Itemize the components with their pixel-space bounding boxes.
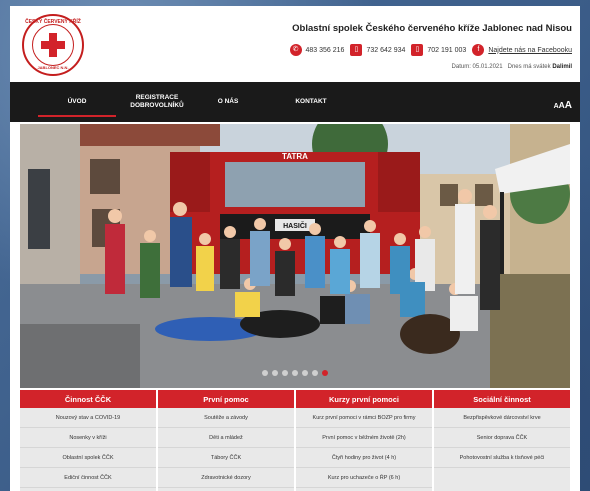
service-column-kurzy: Kurzy první pomoci Kurz první pomoci v r…: [296, 390, 432, 491]
slider-dot-active[interactable]: [322, 370, 328, 376]
service-link[interactable]: Kurz první pomoci v rámci BOZP pro firmy: [296, 408, 432, 428]
hero-photo: TATRA HASIČI: [20, 124, 570, 388]
contact-bar: ✆ 483 356 216 ▯ 732 642 934 ▯ 702 191 00…: [289, 43, 572, 57]
facebook-link[interactable]: Najdete nás na Facebooku: [488, 47, 572, 54]
service-link[interactable]: Nosenky v kříži: [20, 428, 156, 448]
mobile-number: 732 642 934: [366, 46, 406, 54]
cross-icon-bar: [41, 41, 65, 49]
slider-dots: [20, 370, 570, 376]
mobile-number: 702 191 003: [427, 46, 467, 54]
font-size-switcher: AAA: [554, 95, 572, 113]
slider-dot[interactable]: [302, 370, 308, 376]
logo-bottom-text: JABLONEC N.N.: [37, 65, 69, 70]
contact-mobile-2[interactable]: ▯ 702 191 003: [411, 44, 466, 56]
service-column-socialni: Sociální činnost Bezpřispěvkové dárcovst…: [434, 390, 570, 491]
column-heading[interactable]: Kurzy první pomoci: [296, 390, 432, 408]
nav-item-registrace[interactable]: REGISTRACE DOBROVOLNÍKŮ: [122, 82, 192, 122]
nameday-label: Dnes má svátek: [507, 64, 551, 70]
service-link[interactable]: Soutěže a závody: [158, 408, 294, 428]
phone-icon: ✆: [289, 44, 302, 56]
nameday-name: Dalimil: [552, 64, 572, 70]
slider-dot[interactable]: [312, 370, 318, 376]
mobile-icon: ▯: [350, 44, 363, 56]
service-link[interactable]: Tábory ČČK: [158, 448, 294, 468]
slider-dot[interactable]: [292, 370, 298, 376]
current-date: Datum: 05.01.2021: [451, 64, 503, 70]
service-column-prvni-pomoc: První pomoc Soutěže a závody Děti a mlád…: [158, 390, 294, 491]
service-link[interactable]: Nouzový stav a COVID-19: [20, 408, 156, 428]
contact-phone[interactable]: ✆ 483 356 216: [289, 44, 345, 56]
service-column-cinnost: Činnost ČČK Nouzový stav a COVID-19 Nose…: [20, 390, 156, 491]
service-link[interactable]: Čtyři hodiny pro život (4 h): [296, 448, 432, 468]
contact-facebook[interactable]: f Najdete nás na Facebooku: [472, 44, 572, 56]
service-link[interactable]: Pohotovostní služba k tísňové péči: [434, 448, 570, 468]
service-link[interactable]: Kurz pro uchazeče o ŘP (6 h): [296, 468, 432, 488]
column-heading[interactable]: První pomoc: [158, 390, 294, 408]
truck-sign: HASIČI: [283, 221, 307, 230]
phone-number: 483 356 216: [305, 46, 345, 54]
site-header: ČESKÝ ČERVENÝ KŘÍŽ JABLONEC N.N. Oblastn…: [10, 6, 580, 80]
service-link[interactable]: První pomoc v běžném životě (2h): [296, 428, 432, 448]
main-navigation: ÚVOD REGISTRACE DOBROVOLNÍKŮ O NÁS KONTA…: [10, 82, 580, 122]
facebook-icon: f: [472, 44, 485, 56]
mobile-icon: ▯: [411, 44, 424, 56]
service-link[interactable]: Bezpřispěvkové dárcovství krve: [434, 408, 570, 428]
truck-label: TATRA: [282, 152, 308, 161]
services-section: Činnost ČČK Nouzový stav a COVID-19 Nose…: [20, 390, 570, 491]
service-link[interactable]: Oblastní spolek ČČK: [20, 448, 156, 468]
contact-mobile-1[interactable]: ▯ 732 642 934: [350, 44, 405, 56]
logo-inner-ring: [32, 24, 74, 66]
hero-slider[interactable]: TATRA HASIČI: [20, 124, 570, 388]
service-link[interactable]: Děti a mládež: [158, 428, 294, 448]
font-size-large[interactable]: A: [565, 100, 572, 111]
nav-item-kontakt[interactable]: KONTAKT: [286, 82, 336, 122]
slider-dot[interactable]: [282, 370, 288, 376]
service-link[interactable]: Zdravotnické dozory: [158, 468, 294, 488]
nav-item-uvod[interactable]: ÚVOD: [38, 82, 116, 122]
slider-dot[interactable]: [272, 370, 278, 376]
red-cross-logo[interactable]: ČESKÝ ČERVENÝ KŘÍŽ JABLONEC N.N.: [22, 14, 84, 76]
service-link[interactable]: Senior doprava ČČK: [434, 428, 570, 448]
slider-dot[interactable]: [262, 370, 268, 376]
date-nameday: Datum: 05.01.2021 Dnes má svátek Dalimil: [452, 64, 572, 70]
website-page: ČESKÝ ČERVENÝ KŘÍŽ JABLONEC N.N. Oblastn…: [10, 6, 580, 491]
column-heading[interactable]: Sociální činnost: [434, 390, 570, 408]
organization-title: Oblastní spolek Českého červeného kříže …: [292, 23, 572, 34]
service-link[interactable]: Ediční činnost ČČK: [20, 468, 156, 488]
nav-item-o-nas[interactable]: O NÁS: [206, 82, 250, 122]
column-heading[interactable]: Činnost ČČK: [20, 390, 156, 408]
